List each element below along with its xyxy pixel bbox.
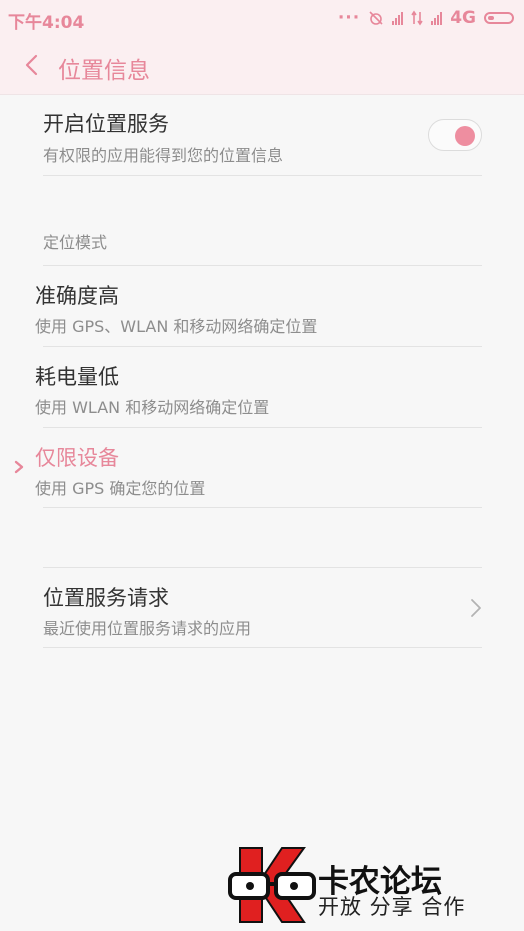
status-icons: ··· 4G (338, 8, 514, 28)
more-dots-icon: ··· (337, 8, 361, 28)
divider (43, 175, 482, 176)
chevron-left-icon[interactable] (18, 51, 46, 79)
toggle-knob (455, 126, 475, 146)
mode-option-high-accuracy[interactable]: 准确度高 使用 GPS、WLAN 和移动网络确定位置 (0, 266, 524, 346)
watermark-slogan: 开放 分享 合作 (318, 895, 466, 919)
section-label-mode: 定位模式 (43, 233, 108, 252)
mode-option-subtitle: 使用 GPS 确定您的位置 (35, 479, 206, 498)
mode-option-subtitle: 使用 WLAN 和移动网络确定位置 (35, 398, 270, 417)
mode-option-title: 准确度高 (35, 284, 119, 308)
alarm-off-icon (369, 11, 383, 25)
mode-option-device-only[interactable]: 仅限设备 使用 GPS 确定您的位置 (0, 428, 524, 508)
location-requests-subtitle: 最近使用位置服务请求的应用 (43, 619, 252, 638)
divider (43, 507, 482, 508)
location-service-subtitle: 有权限的应用能得到您的位置信息 (43, 146, 284, 165)
mode-option-subtitle: 使用 GPS、WLAN 和移动网络确定位置 (35, 317, 318, 336)
battery-icon (484, 12, 514, 24)
status-time: 下午4:04 (8, 13, 85, 33)
signal-icon (431, 11, 443, 25)
data-arrows-icon (411, 10, 423, 26)
divider (43, 647, 482, 648)
signal-icon (392, 11, 404, 25)
chevron-right-icon (471, 599, 481, 617)
location-service-toggle[interactable] (428, 119, 482, 151)
mode-option-title: 仅限设备 (35, 446, 119, 470)
location-requests-row[interactable]: 位置服务请求 最近使用位置服务请求的应用 (0, 568, 524, 648)
location-service-title: 开启位置服务 (43, 112, 169, 136)
page-title: 位置信息 (58, 58, 150, 84)
network-type: 4G (450, 8, 476, 28)
status-bar: 下午4:04 ··· 4G (0, 0, 524, 38)
mode-option-battery-saving[interactable]: 耗电量低 使用 WLAN 和移动网络确定位置 (0, 347, 524, 427)
location-requests-title: 位置服务请求 (43, 586, 169, 610)
mode-option-title: 耗电量低 (35, 365, 119, 389)
title-bar: 位置信息 (0, 38, 524, 95)
